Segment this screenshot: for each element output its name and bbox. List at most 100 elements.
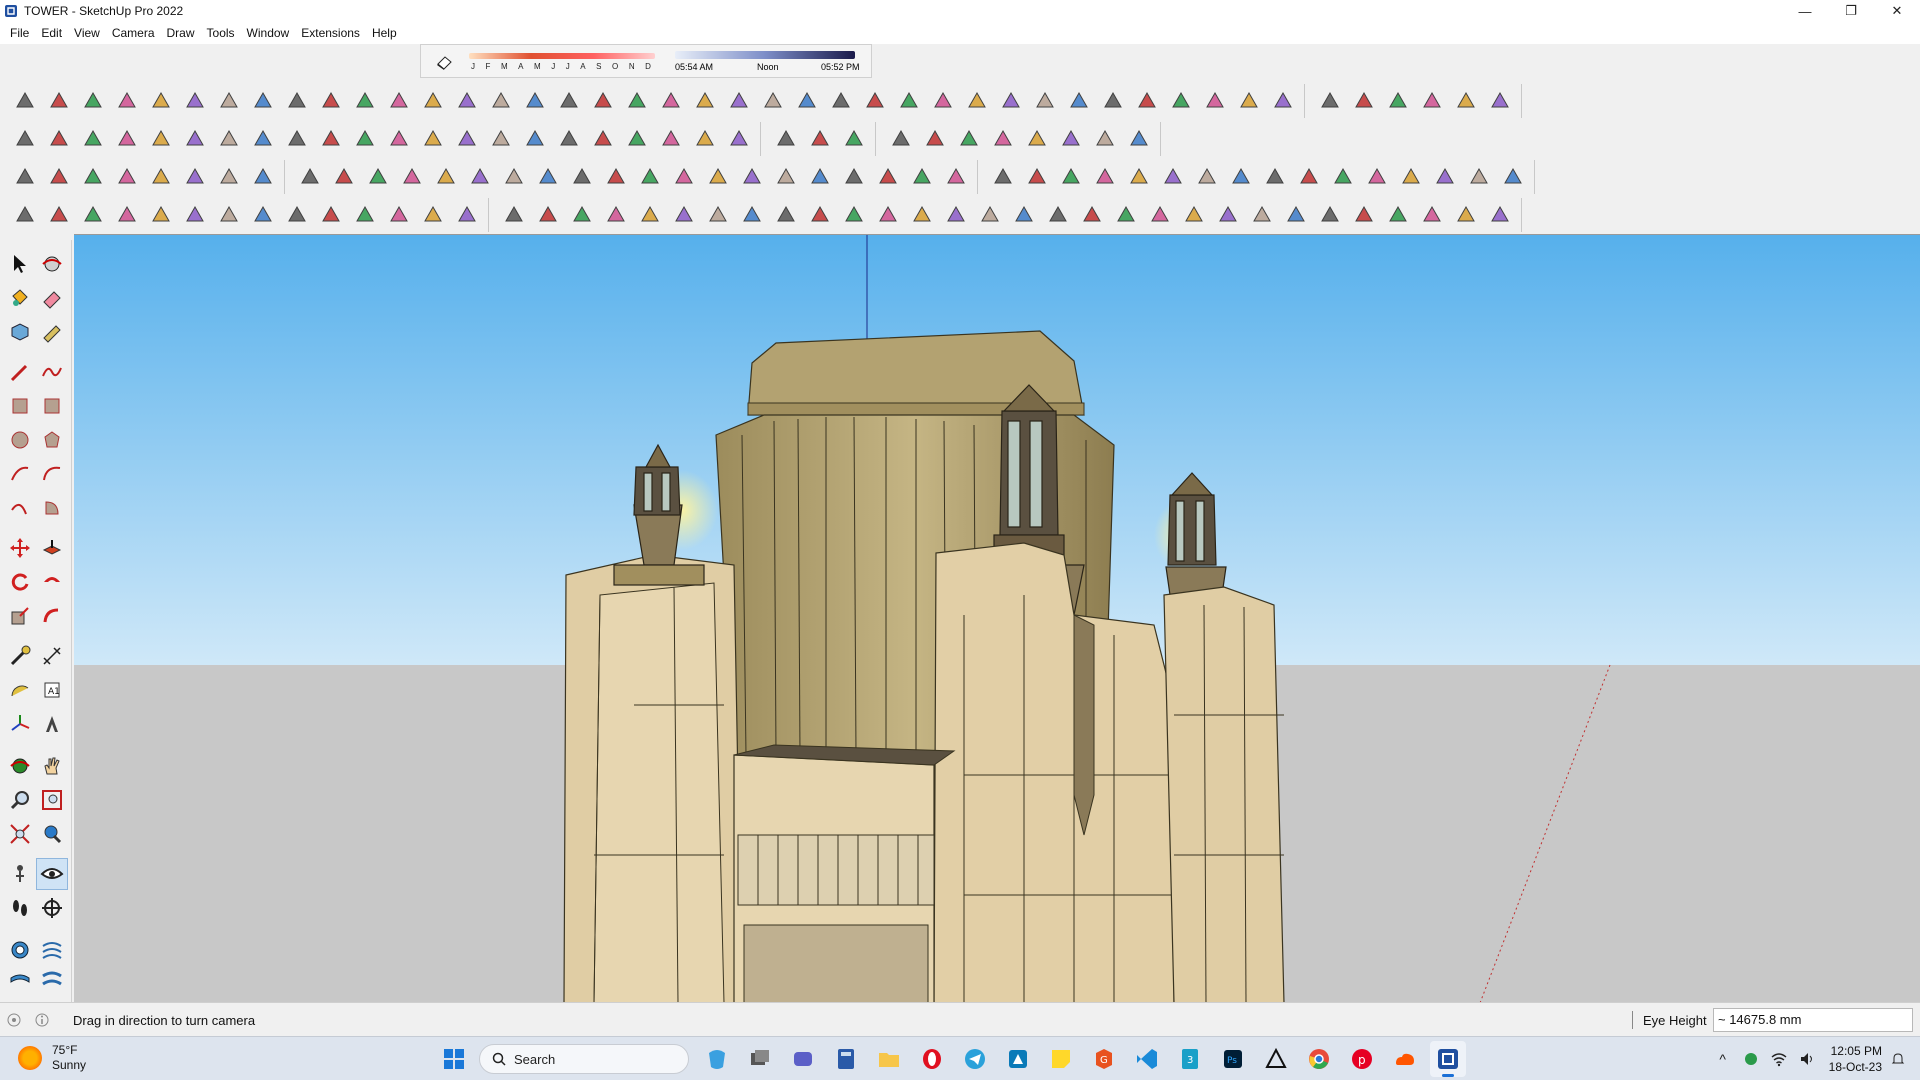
freehand-tool[interactable]	[36, 356, 68, 388]
style-tool-4[interactable]	[1088, 160, 1122, 194]
component-tool-2[interactable]	[42, 198, 76, 232]
orbit-tool-2[interactable]	[4, 750, 36, 782]
three-point-arc-tool[interactable]	[4, 492, 36, 524]
shape-tool-13[interactable]	[701, 160, 735, 194]
component-tool-13[interactable]	[416, 198, 450, 232]
style-tool-3[interactable]	[1054, 160, 1088, 194]
taskbar-grammarly[interactable]: G	[1086, 1041, 1122, 1077]
taskbar-sticky-notes[interactable]	[1043, 1041, 1079, 1077]
style-tool-15[interactable]	[1462, 160, 1496, 194]
draw-tool-27[interactable]	[892, 84, 926, 118]
draw-tool-12[interactable]	[382, 84, 416, 118]
draw-tool-24[interactable]	[790, 84, 824, 118]
make-component-tool[interactable]	[4, 316, 36, 348]
rectangle-tool[interactable]	[4, 390, 36, 422]
extension-tool-25[interactable]	[1313, 198, 1347, 232]
taskbar-vscode[interactable]	[1129, 1041, 1165, 1077]
offset-tool[interactable]	[36, 600, 68, 632]
menu-tools[interactable]: Tools	[201, 26, 241, 40]
modify-tool-6[interactable]	[178, 122, 212, 156]
draw-tool-20[interactable]	[654, 84, 688, 118]
component-tool-3[interactable]	[76, 198, 110, 232]
shape-tool-2[interactable]	[327, 160, 361, 194]
rotated-rectangle-tool[interactable]	[36, 390, 68, 422]
taskbar-app-three[interactable]: 3	[1172, 1041, 1208, 1077]
shape-tool-15[interactable]	[769, 160, 803, 194]
extension-tool-6[interactable]	[667, 198, 701, 232]
shape-tool-18[interactable]	[871, 160, 905, 194]
draw-tool-36[interactable]	[1198, 84, 1232, 118]
solid-tool-2[interactable]	[918, 122, 952, 156]
style-tool-13[interactable]	[1394, 160, 1428, 194]
component-tool-12[interactable]	[382, 198, 416, 232]
draw-tool-9[interactable]	[280, 84, 314, 118]
model-viewport[interactable]	[74, 234, 1920, 1002]
draw-tool-19[interactable]	[620, 84, 654, 118]
chevron-up-icon[interactable]: ^	[1711, 1047, 1735, 1071]
shape-tool-12[interactable]	[667, 160, 701, 194]
view-tool-7[interactable]	[212, 160, 246, 194]
text-tool[interactable]: A1	[36, 674, 68, 706]
style-tool-8[interactable]	[1224, 160, 1258, 194]
push-pull-tool[interactable]	[36, 532, 68, 564]
extension-tool-11[interactable]	[837, 198, 871, 232]
select-tool[interactable]	[4, 248, 36, 280]
menu-file[interactable]: File	[4, 26, 35, 40]
building-tool-4[interactable]	[1415, 84, 1449, 118]
draw-tool-26[interactable]	[858, 84, 892, 118]
sandbox-from-scratch-tool[interactable]	[36, 934, 68, 966]
draw-tool-11[interactable]	[348, 84, 382, 118]
extension-tool-15[interactable]	[973, 198, 1007, 232]
extension-tool-8[interactable]	[735, 198, 769, 232]
sandbox-tool-2[interactable]	[803, 122, 837, 156]
draw-tool-3[interactable]	[76, 84, 110, 118]
style-tool-2[interactable]	[1020, 160, 1054, 194]
circle-tool[interactable]	[4, 424, 36, 456]
minimize-button[interactable]: —	[1782, 0, 1828, 22]
taskbar-chrome[interactable]	[1301, 1041, 1337, 1077]
style-tool-14[interactable]	[1428, 160, 1462, 194]
zoom-extents-tool[interactable]	[4, 818, 36, 850]
orbit-tool[interactable]	[36, 248, 68, 280]
move-tool[interactable]	[4, 532, 36, 564]
sandbox-tool-3[interactable]	[837, 122, 871, 156]
component-tool-4[interactable]	[110, 198, 144, 232]
menu-extensions[interactable]: Extensions	[295, 26, 366, 40]
extension-tool-5[interactable]	[633, 198, 667, 232]
modify-tool-15[interactable]	[484, 122, 518, 156]
network-app-icon[interactable]	[1739, 1047, 1763, 1071]
geolocation-icon[interactable]	[6, 1012, 22, 1028]
taskbar-autodesk[interactable]	[1258, 1041, 1294, 1077]
style-tool-7[interactable]	[1190, 160, 1224, 194]
view-tool-3[interactable]	[76, 160, 110, 194]
axes-tool[interactable]	[4, 708, 36, 740]
weather-widget[interactable]: 75°F Sunny	[18, 1043, 86, 1073]
date-slider[interactable]	[469, 53, 655, 59]
taskbar-opera[interactable]	[914, 1041, 950, 1077]
modify-tool-11[interactable]	[348, 122, 382, 156]
shape-tool-20[interactable]	[939, 160, 973, 194]
component-tool-10[interactable]	[314, 198, 348, 232]
style-tool-16[interactable]	[1496, 160, 1530, 194]
view-tool-2[interactable]	[42, 160, 76, 194]
draw-tool-33[interactable]	[1096, 84, 1130, 118]
draw-tool-16[interactable]	[518, 84, 552, 118]
menu-draw[interactable]: Draw	[161, 26, 201, 40]
modify-tool-5[interactable]	[144, 122, 178, 156]
view-tool-1[interactable]	[8, 160, 42, 194]
tape-measure-tool[interactable]	[36, 316, 68, 348]
draw-tool-18[interactable]	[586, 84, 620, 118]
look-around-tool[interactable]	[36, 858, 68, 890]
time-slider[interactable]	[675, 51, 855, 59]
menu-view[interactable]: View	[68, 26, 106, 40]
draw-tool-22[interactable]	[722, 84, 756, 118]
modify-tool-22[interactable]	[722, 122, 756, 156]
draw-tool-34[interactable]	[1130, 84, 1164, 118]
style-tool-11[interactable]	[1326, 160, 1360, 194]
draw-tool-32[interactable]	[1062, 84, 1096, 118]
extension-tool-27[interactable]	[1381, 198, 1415, 232]
scale-tool[interactable]	[4, 600, 36, 632]
style-tool-5[interactable]	[1122, 160, 1156, 194]
draw-tool-17[interactable]	[552, 84, 586, 118]
start-button[interactable]	[436, 1041, 472, 1077]
